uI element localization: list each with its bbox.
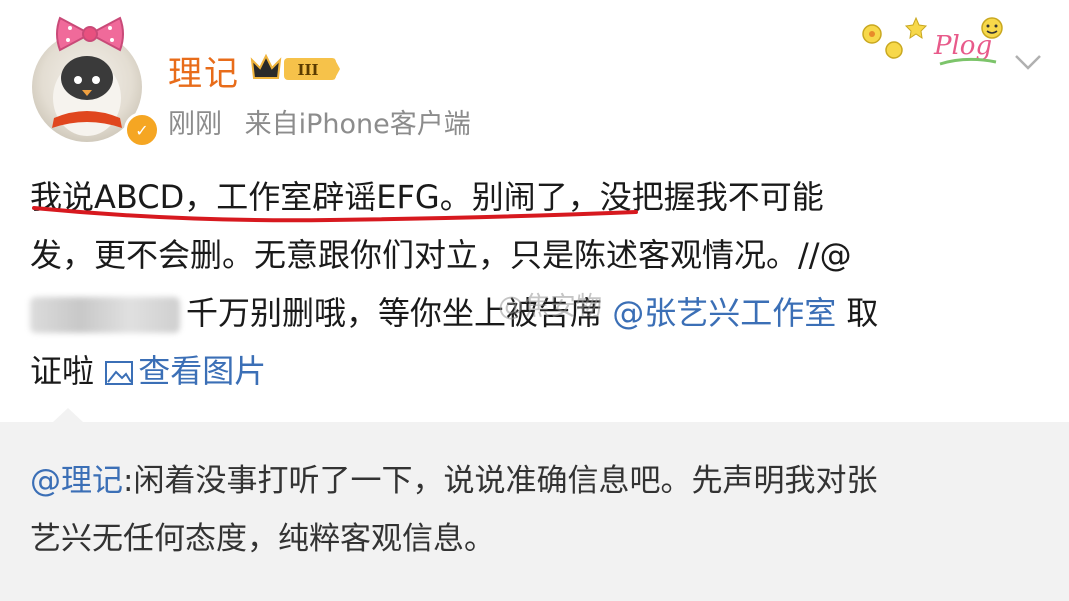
view-pictures-label: 查看图片 bbox=[138, 352, 267, 390]
verified-badge-icon: ✓ bbox=[124, 112, 160, 148]
view-pictures-link[interactable]: 查看图片 bbox=[104, 352, 266, 390]
mention-link[interactable]: @张艺兴工作室 bbox=[612, 294, 836, 332]
post-line-4: 证啦 查看图片 bbox=[30, 342, 1040, 400]
quote-line-1: @理记:闲着没事打听了一下，说说准确信息吧。先声明我对张 bbox=[30, 452, 1040, 510]
quote-mention-link[interactable]: @理记 bbox=[30, 463, 123, 499]
quoted-post-text: @理记:闲着没事打听了一下，说说准确信息吧。先声明我对张 艺兴无任何态度，纯粹客… bbox=[30, 452, 1040, 568]
weibo-post-card: ✓ 理记 III 刚刚 来自iPhone客户端 Plog 我说ABCD，工作室辟… bbox=[0, 0, 1069, 601]
post-line-2: 发，更不会删。无意跟你们对立，只是陈述客观情况。//@ bbox=[30, 236, 852, 274]
quote-pointer bbox=[52, 408, 84, 423]
quote-line-1-text: :闲着没事打听了一下，说说准确信息吧。先声明我对张 bbox=[123, 463, 878, 499]
plog-text: Plog bbox=[933, 31, 992, 61]
post-line-4-text: 证啦 bbox=[30, 352, 105, 390]
post-body: 我说ABCD，工作室辟谣EFG。别闹了，没把握我不可能 发，更不会删。无意跟你们… bbox=[30, 168, 1040, 400]
post-meta: 刚刚 来自iPhone客户端 bbox=[168, 102, 485, 141]
post-line-3-tail: 取 bbox=[836, 294, 879, 332]
avatar[interactable]: ✓ bbox=[32, 14, 160, 148]
bow-icon bbox=[56, 16, 124, 52]
blurred-username bbox=[30, 297, 180, 333]
chevron-down-icon[interactable] bbox=[1013, 52, 1043, 72]
post-source: 来自iPhone客户端 bbox=[244, 109, 471, 140]
level-badge-text: III bbox=[297, 61, 318, 79]
plog-sticker-icon: Plog bbox=[862, 16, 1003, 66]
image-icon bbox=[105, 361, 134, 385]
member-level-badge-icon: III bbox=[250, 53, 340, 80]
quote-line-2: 艺兴无任何态度，纯粹客观信息。 bbox=[30, 521, 495, 557]
post-line-1: 我说ABCD，工作室辟谣EFG。别闹了，没把握我不可能 bbox=[30, 178, 824, 216]
post-time: 刚刚 bbox=[168, 109, 222, 140]
username[interactable]: 理记 bbox=[168, 46, 240, 95]
watermark: @焦安物 bbox=[498, 292, 603, 322]
